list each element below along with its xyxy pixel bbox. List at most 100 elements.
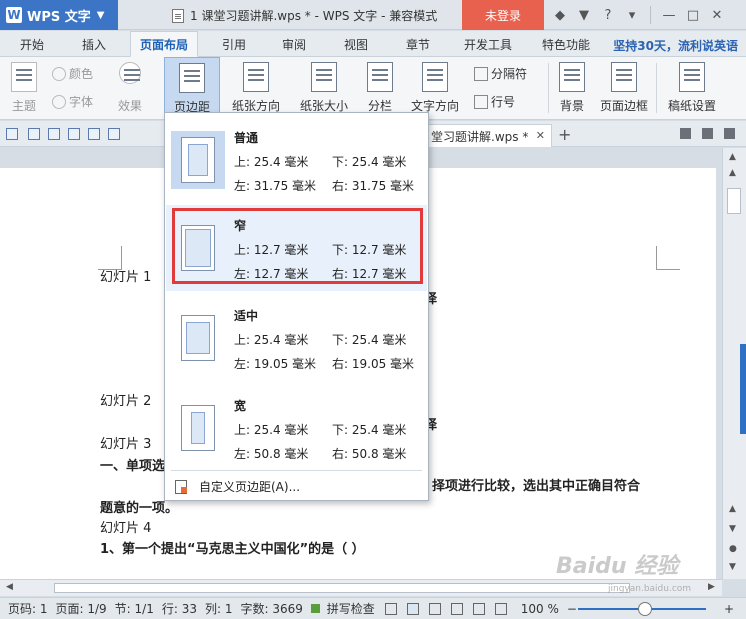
status-words: 字数: 3669 (240, 602, 303, 616)
orientation-button[interactable]: 纸张方向 (224, 57, 288, 119)
background-button[interactable]: 背景 (554, 57, 590, 119)
scroll-left-icon[interactable]: ◀ (6, 582, 13, 592)
print-icon[interactable] (68, 128, 80, 140)
app-menu-button[interactable]: W WPS 文字 ▼ (0, 0, 118, 30)
font-button[interactable]: 字体 (52, 93, 93, 110)
save-icon[interactable] (28, 128, 40, 140)
margin-option-normal[interactable]: 普通 上: 25.4 毫米 下: 25.4 毫米 左: 31.75 毫米 右: … (166, 117, 427, 203)
eye-protection-icon[interactable] (494, 602, 507, 615)
text-direction-button[interactable]: 文字方向 (404, 57, 466, 119)
tab-insert[interactable]: 插入 (72, 31, 116, 57)
option-bottom: 下: 25.4 毫米 (332, 333, 407, 347)
ribbon: 主题 颜色 字体 效果 页边距 纸张方向 纸张大小 分栏 文字方向 分隔符 行号 (0, 57, 746, 120)
option-left: 左: 50.8 毫米 (234, 447, 309, 461)
doc-line: 幻灯片 2 (100, 394, 152, 409)
color-button[interactable]: 颜色 (52, 65, 93, 82)
scroll-top-icon[interactable]: ▲ (729, 504, 736, 514)
shirt-icon[interactable]: ▼ (572, 0, 596, 30)
line-numbers-button[interactable]: 行号 (474, 93, 515, 110)
promo-link[interactable]: 坚持30天，流利说英语 (613, 37, 738, 54)
outline-view-icon[interactable] (428, 602, 441, 615)
login-button[interactable]: 未登录 (462, 0, 544, 30)
scroll-bottom-icon[interactable]: ▼ (729, 562, 736, 572)
add-tab-icon[interactable]: + (558, 125, 571, 144)
status-column: 列: 1 (204, 602, 233, 616)
tab-page-layout[interactable]: 页面布局 (130, 31, 198, 57)
close-icon[interactable]: ✕ (705, 0, 729, 30)
doc-line: 择项进行比较，选出其中正确目符合 (432, 479, 641, 494)
options-icon[interactable]: ▾ (620, 0, 644, 30)
margin-option-wide[interactable]: 宽 上: 25.4 毫米 下: 25.4 毫米 左: 50.8 毫米 右: 50… (166, 385, 427, 471)
scroll-right-icon[interactable]: ▶ (708, 582, 715, 592)
wps-logo-icon: W (6, 7, 22, 23)
vertical-scrollbar[interactable]: ▲ ▲ ▲ ▼ ● ▼ (722, 148, 746, 579)
tab-chapter[interactable]: 章节 (396, 31, 440, 57)
breaks-button[interactable]: 分隔符 (474, 65, 527, 82)
app-name: WPS 文字 (27, 9, 91, 25)
page-view-icon[interactable] (406, 602, 419, 615)
page-border-button[interactable]: 页面边框 (598, 57, 650, 119)
tab-references[interactable]: 引用 (212, 31, 256, 57)
columns-button[interactable]: 分栏 (360, 57, 400, 119)
size-button[interactable]: 纸张大小 (292, 57, 356, 119)
tab-home[interactable]: 开始 (10, 31, 54, 57)
paper-setup-button[interactable]: 稿纸设置 (666, 57, 718, 119)
minimize-icon[interactable]: — (657, 0, 681, 30)
help-icon[interactable]: ? (596, 0, 620, 30)
paper-size-icon (311, 62, 337, 92)
export-icon[interactable] (48, 128, 60, 140)
option-right: 右: 31.75 毫米 (332, 179, 415, 193)
tab-review[interactable]: 审阅 (272, 31, 316, 57)
title-bar: W WPS 文字 ▼ 1 课堂习题讲解.wps * - WPS 文字 - 兼容模… (0, 0, 746, 30)
ribbon-separator (656, 63, 657, 113)
scroll-down-icon[interactable]: ▼ (729, 524, 736, 534)
orientation-icon (243, 62, 269, 92)
document-tab[interactable]: 堂习题讲解.wps * ✕ (424, 124, 552, 147)
close-icon[interactable]: ✕ (536, 129, 545, 142)
background-icon (559, 62, 585, 92)
window-icon[interactable] (702, 128, 713, 139)
spell-check-button[interactable]: 拼写检查 (310, 600, 375, 617)
status-page-code: 页码: 1 (8, 602, 48, 616)
status-page: 页面: 1/9 (55, 602, 107, 616)
font-icon (52, 94, 66, 109)
zoom-slider-handle[interactable] (638, 602, 652, 616)
fullscreen-icon[interactable] (384, 602, 397, 615)
page-preview-icon (181, 405, 215, 451)
zoom-out-icon[interactable]: − (567, 602, 577, 616)
format-icon[interactable] (108, 128, 120, 140)
title-bar-icons: ◆ ▼ ? ▾ — □ ✕ (548, 0, 729, 30)
theme-button[interactable]: 主题 (6, 57, 42, 119)
scroll-dot-icon[interactable]: ● (729, 544, 737, 554)
maximize-icon[interactable]: □ (681, 0, 705, 30)
tab-developer[interactable]: 开发工具 (456, 31, 520, 57)
tab-view[interactable]: 视图 (334, 31, 378, 57)
custom-margins-button[interactable]: 自定义页边距(A)... (175, 478, 300, 495)
spell-check-label: 拼写检查 (326, 602, 375, 616)
margin-option-moderate[interactable]: 适中 上: 25.4 毫米 下: 25.4 毫米 左: 19.05 毫米 右: … (166, 295, 427, 381)
zoom-in-icon[interactable]: + (724, 602, 734, 616)
option-top: 上: 25.4 毫米 (234, 155, 309, 169)
layout-icon[interactable] (724, 128, 735, 139)
read-view-icon[interactable] (472, 602, 485, 615)
status-section: 节: 1/1 (114, 602, 154, 616)
margins-button[interactable]: 页边距 (164, 57, 220, 119)
scroll-up-icon[interactable]: ▲ (729, 152, 736, 162)
scroll-marker (740, 344, 746, 434)
scroll-thumb[interactable] (54, 583, 630, 593)
tab-features[interactable]: 特色功能 (534, 31, 598, 57)
doc-line: 幻灯片 3 (100, 437, 152, 452)
option-top: 上: 25.4 毫米 (234, 423, 309, 437)
tile-icon[interactable] (680, 128, 691, 139)
open-icon[interactable] (6, 128, 18, 140)
skin-icon[interactable]: ◆ (548, 0, 572, 30)
scroll-up-icon[interactable]: ▲ (729, 168, 736, 178)
option-left: 左: 31.75 毫米 (234, 179, 317, 193)
preview-icon[interactable] (88, 128, 100, 140)
web-view-icon[interactable] (450, 602, 463, 615)
watermark: Baidu 经验 (556, 554, 679, 579)
paper-setup-label: 稿纸设置 (667, 99, 716, 113)
effect-button[interactable]: 效果 (112, 57, 148, 119)
font-label: 字体 (69, 95, 94, 109)
scroll-thumb[interactable] (727, 188, 741, 214)
